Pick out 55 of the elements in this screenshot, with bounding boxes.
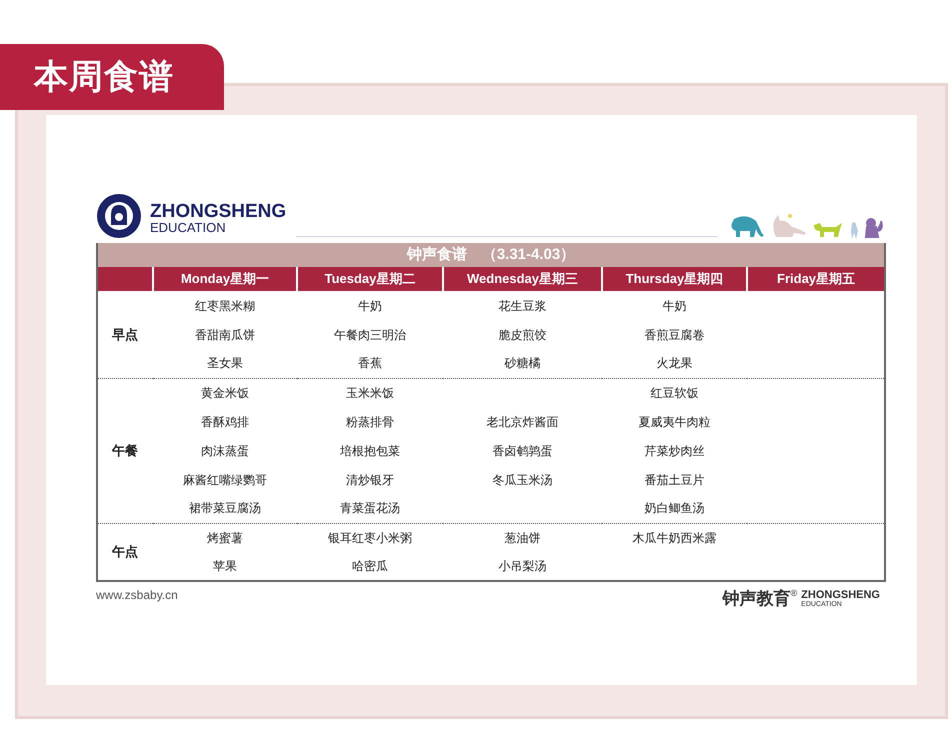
dish-name: 夏威夷牛肉粒 <box>638 414 710 428</box>
column-header: Tuesday星期二 <box>297 267 443 291</box>
dish-name: 奶白鲫鱼汤 <box>644 501 704 516</box>
dish-name: 小吊梨汤 <box>498 559 546 573</box>
dish-name: 午餐肉三明治 <box>334 328 406 342</box>
dish-name: 香煎豆腐卷 <box>644 328 704 342</box>
dish-name: 银耳红枣小米粥 <box>328 530 412 545</box>
meal-label: 午餐 <box>112 442 138 458</box>
dish-name: 苹果 <box>213 559 237 573</box>
dish-name: 冬瓜玉米汤 <box>492 472 552 486</box>
dish-name: 红豆软饭 <box>650 386 698 400</box>
dish-name: 清炒银牙 <box>346 472 394 486</box>
dish-name: 香酥鸡排 <box>201 414 249 428</box>
dish-name: 番茄土豆片 <box>644 472 704 486</box>
dish-name: 青菜蛋花汤 <box>340 501 400 516</box>
website-url: www.zsbaby.cn <box>96 587 178 604</box>
dish-name: 芹菜炒肉丝 <box>644 444 704 458</box>
brand-name: 钟声教育 <box>722 588 791 610</box>
meal-label: 早点 <box>112 326 138 342</box>
column-header: Monday星期一 <box>153 267 297 291</box>
menu-title: 钟声食谱 （3.31-4.03） <box>97 243 886 267</box>
emblem-icon <box>96 193 142 239</box>
dish-name: 麻酱红嘴绿鹦哥 <box>183 472 267 486</box>
page-tab-title: 本周食谱 <box>0 44 224 110</box>
header-cell <box>97 267 153 291</box>
dish-name: 砂糖橘 <box>504 356 540 370</box>
dish-name: 葱油饼 <box>504 530 540 545</box>
dish-name: 木瓜牛奶西米露 <box>632 530 716 545</box>
dish-name: 脆皮煎饺 <box>498 328 546 342</box>
dish-name: 玉米米饭 <box>346 386 394 400</box>
dish-name: 牛奶 <box>358 298 382 312</box>
dish-name: 香卤鹌鹑蛋 <box>492 444 552 458</box>
dish-name: 培根抱包菜 <box>340 444 400 458</box>
logo-subtitle: EDUCATION <box>150 221 227 235</box>
dish-name: 烤蜜薯 <box>207 530 243 545</box>
dish-name: 肉沫蒸蛋 <box>201 444 249 458</box>
column-header: Thursday星期四 <box>602 267 747 291</box>
column-header: Wednesday星期三 <box>443 267 602 291</box>
logo-title: ZHONGSHENG <box>150 202 286 221</box>
registered-mark: ® <box>790 588 798 598</box>
brand-english: ZHONGSHENG <box>801 590 880 601</box>
dish-name: 粉蒸排骨 <box>346 414 394 428</box>
dish-name: 红枣黑米糊 <box>195 298 255 312</box>
dish-name: 黄金米饭 <box>201 386 249 400</box>
dish-name: 裙带菜豆腐汤 <box>189 501 261 516</box>
dish-name: 香蕉 <box>358 356 382 370</box>
dish-name: 哈密瓜 <box>352 559 388 573</box>
dish-name: 花生豆浆 <box>498 298 546 312</box>
dish-name: 老北京炸酱面 <box>486 414 558 428</box>
column-header: Friday星期五 <box>747 267 886 291</box>
dish-name: 火龙果 <box>656 356 692 370</box>
dish-name: 牛奶 <box>662 298 686 312</box>
dish-name: 圣女果 <box>207 356 243 370</box>
meal-label: 午点 <box>112 544 138 559</box>
dish-name: 香甜南瓜饼 <box>195 328 255 342</box>
